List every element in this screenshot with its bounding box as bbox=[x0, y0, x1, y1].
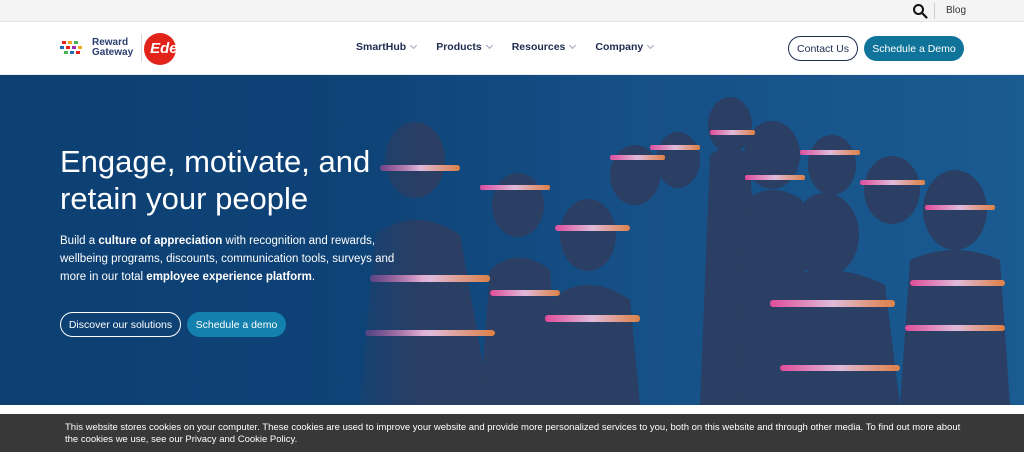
blog-link[interactable]: Blog bbox=[946, 5, 966, 16]
cookie-banner: This website stores cookies on your comp… bbox=[0, 414, 1024, 452]
hero-schedule-demo-button[interactable]: Schedule a demo bbox=[187, 312, 286, 337]
chevron-down-icon bbox=[485, 41, 493, 50]
nav-company[interactable]: Company bbox=[595, 41, 655, 53]
schedule-demo-button[interactable]: Schedule a Demo bbox=[864, 36, 964, 61]
hero-sub-bold-2: employee experience platform bbox=[146, 271, 312, 283]
main-nav: SmartHub Products Resources Company bbox=[356, 41, 673, 53]
nav-resources-label: Resources bbox=[511, 41, 566, 53]
nav-products-label: Products bbox=[436, 41, 482, 53]
hero-people-image bbox=[340, 75, 1024, 405]
privacy-link[interactable]: Privacy bbox=[185, 434, 216, 445]
nav-resources[interactable]: Resources bbox=[511, 41, 577, 53]
edenred-wordmark: Edenred bbox=[150, 39, 211, 57]
cookie-policy-link[interactable]: Cookie Policy bbox=[238, 434, 295, 445]
hero-sub-part-1: Build a bbox=[60, 235, 99, 247]
chevron-down-icon bbox=[647, 41, 655, 50]
hero-sub-bold-1: culture of appreciation bbox=[98, 235, 223, 247]
hero-sub-part-3: . bbox=[311, 271, 316, 283]
logo-wordmark: Reward Gateway bbox=[92, 38, 133, 58]
cookie-end: . bbox=[294, 434, 298, 445]
hero-subtitle: Build a culture of appreciation with rec… bbox=[60, 232, 410, 286]
discover-solutions-button[interactable]: Discover our solutions bbox=[60, 312, 181, 337]
hero-section: Engage, motivate, and retain your people… bbox=[0, 75, 1024, 405]
cookie-and: and bbox=[216, 434, 238, 445]
edenred-logo: Edenred bbox=[144, 32, 211, 65]
cookie-text: This website stores cookies on your comp… bbox=[65, 422, 965, 446]
reward-gateway-logo[interactable]: Reward Gateway Edenred bbox=[60, 31, 210, 65]
hero-title: Engage, motivate, and retain your people bbox=[60, 144, 371, 216]
nav-smarthub-label: SmartHub bbox=[356, 41, 407, 53]
logo-dots-icon bbox=[60, 41, 82, 54]
utility-bar: Blog bbox=[0, 0, 1024, 22]
nav-products[interactable]: Products bbox=[436, 41, 493, 53]
main-header: Reward Gateway Edenred SmartHub Products… bbox=[0, 22, 1024, 75]
search-icon[interactable] bbox=[912, 3, 928, 19]
logo-divider bbox=[141, 34, 143, 62]
chevron-down-icon bbox=[569, 41, 577, 50]
logo-line-2: Gateway bbox=[92, 47, 134, 58]
utility-divider bbox=[934, 3, 935, 19]
content-strip bbox=[0, 405, 1024, 414]
nav-smarthub[interactable]: SmartHub bbox=[356, 41, 418, 53]
contact-us-button[interactable]: Contact Us bbox=[788, 36, 858, 61]
chevron-down-icon bbox=[410, 41, 418, 50]
nav-company-label: Company bbox=[595, 41, 644, 53]
